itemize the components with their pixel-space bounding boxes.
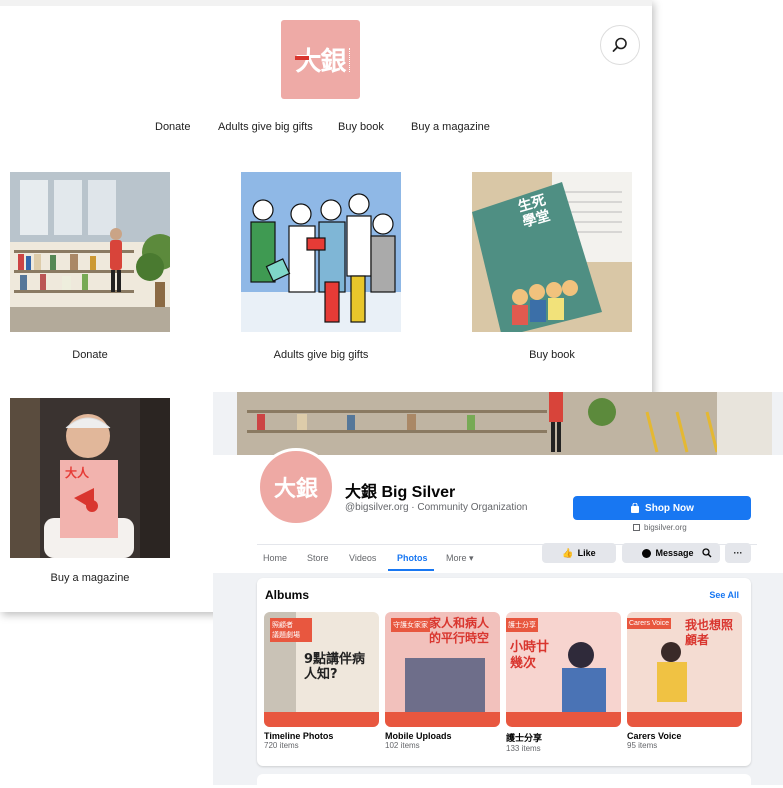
logo-accent-bar: [295, 56, 309, 60]
website-link[interactable]: bigsilver.org: [633, 523, 687, 532]
big-silver-logo[interactable]: 大銀: [281, 20, 360, 99]
website-link-text: bigsilver.org: [644, 523, 687, 532]
album-count: 133 items: [506, 744, 541, 753]
album-card[interactable]: 護士分享 小時廿幾次 護士分享 133 items: [506, 612, 621, 753]
tile-magazine-caption[interactable]: Buy a magazine: [10, 572, 170, 584]
page-handle: @bigsilver.org · Community Organization: [345, 502, 528, 513]
album-cover-title: 小時廿幾次: [510, 640, 550, 671]
next-section-card: [257, 774, 751, 788]
people-illustration: [241, 172, 401, 332]
tile-gifts-caption[interactable]: Adults give big gifts: [241, 349, 401, 361]
album-cover-title: 我也想照顧者: [685, 618, 734, 647]
like-button[interactable]: 👍 Like: [542, 543, 616, 563]
shop-now-label: Shop Now: [645, 502, 694, 514]
external-link-icon: [633, 524, 640, 531]
see-all-link[interactable]: See All: [709, 590, 739, 600]
logo-side-mark: [349, 48, 352, 72]
tab-more[interactable]: More ▾: [446, 553, 474, 564]
thumbs-up-icon: 👍: [562, 547, 574, 558]
bookshelf-photo: [10, 172, 170, 332]
page-avatar[interactable]: 大銀: [257, 448, 335, 526]
album-cover: 守護女家家 家人和病人的平行時空: [385, 612, 500, 727]
albums-section: Albums See All 照顧者 議題劇場 9點講伴病人知? Timelin…: [257, 578, 751, 766]
album-count: 102 items: [385, 741, 420, 750]
search-button[interactable]: [600, 25, 640, 65]
album-cover-title: 9點講伴病人知?: [304, 652, 366, 682]
tile-donate-caption[interactable]: Donate: [10, 349, 170, 361]
nav-buy-a-magazine[interactable]: Buy a magazine: [411, 121, 490, 133]
album-card[interactable]: Carers Voice 我也想照顧者 Carers Voice 95 item…: [627, 612, 742, 750]
album-name: Timeline Photos: [264, 731, 334, 741]
magazine-photo: [10, 398, 170, 558]
tab-store[interactable]: Store: [307, 553, 329, 563]
facebook-page-panel: 大銀 大銀 Big Silver @bigsilver.org · Commun…: [213, 392, 783, 788]
album-tag: 照顧者 議題劇場: [270, 618, 312, 642]
site-nav: Donate Adults give big gifts Buy book Bu…: [0, 121, 652, 139]
messenger-icon: [642, 548, 652, 558]
album-name: 護士分享: [506, 733, 543, 743]
tile-book-image[interactable]: 生死學堂: [472, 172, 632, 332]
search-page-button[interactable]: [694, 543, 720, 563]
album-tag: 守護女家家: [391, 618, 430, 632]
album-name: Mobile Uploads: [385, 731, 452, 741]
tab-photos[interactable]: Photos: [397, 553, 428, 563]
album-card[interactable]: 守護女家家 家人和病人的平行時空 Mobile Uploads 102 item…: [385, 612, 500, 750]
magazine-cover-title: 大人: [65, 466, 90, 480]
album-count: 95 items: [627, 741, 658, 750]
albums-title: Albums: [265, 588, 310, 602]
nav-adults-give-big-gifts[interactable]: Adults give big gifts: [218, 121, 313, 133]
message-label: Message: [655, 548, 694, 558]
nav-donate[interactable]: Donate: [155, 121, 190, 133]
album-tag: Carers Voice: [627, 618, 672, 629]
tile-donate-image[interactable]: [10, 172, 170, 332]
album-tag: 護士分享: [506, 618, 538, 632]
like-label: Like: [577, 548, 596, 558]
tab-home[interactable]: Home: [263, 553, 287, 563]
ellipsis-icon: ···: [733, 548, 743, 558]
album-cover-title: 家人和病人的平行時空: [429, 616, 490, 645]
shopping-bag-icon: [631, 503, 640, 513]
more-options-button[interactable]: ···: [725, 543, 751, 563]
album-cover: 照顧者 議題劇場 9點講伴病人知?: [264, 612, 379, 727]
search-icon: [612, 37, 627, 52]
cover-photo: [237, 392, 772, 455]
album-cover: 護士分享 小時廿幾次: [506, 612, 621, 727]
search-icon: [702, 548, 712, 558]
album-count: 720 items: [264, 741, 299, 750]
avatar-text: 大銀: [273, 477, 318, 502]
nav-buy-book[interactable]: Buy book: [338, 121, 384, 133]
active-tab-indicator: [388, 569, 434, 571]
page-name[interactable]: 大銀 Big Silver: [345, 478, 455, 502]
tile-gifts-image[interactable]: [241, 172, 401, 332]
album-name: Carers Voice: [627, 731, 682, 741]
tile-book-caption[interactable]: Buy book: [472, 349, 632, 361]
album-card[interactable]: 照顧者 議題劇場 9點講伴病人知? Timeline Photos 720 it…: [264, 612, 379, 750]
tab-videos[interactable]: Videos: [349, 553, 376, 563]
album-cover: Carers Voice 我也想照顧者: [627, 612, 742, 727]
tile-magazine-image[interactable]: 大人: [10, 398, 170, 558]
shop-now-button[interactable]: Shop Now: [573, 496, 751, 520]
